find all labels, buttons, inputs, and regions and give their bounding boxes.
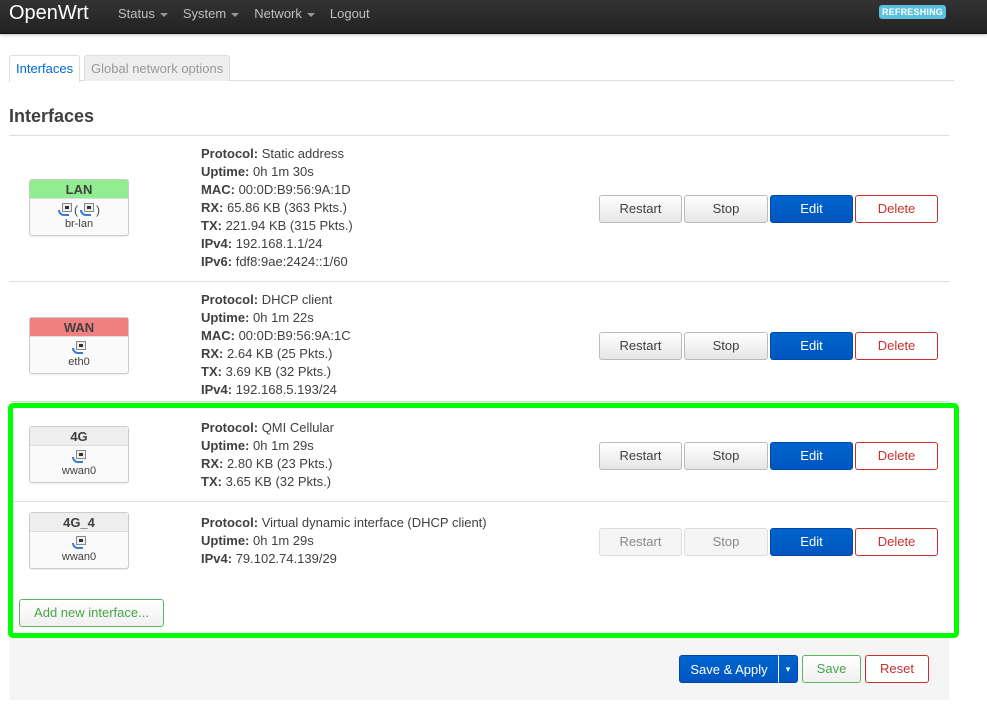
- menu-network-label: Network: [254, 6, 302, 22]
- info-line: Uptime: 0h 1m 29s: [201, 437, 334, 455]
- edit-button[interactable]: Edit: [770, 442, 853, 470]
- tab-global-network-options[interactable]: Global network options: [84, 55, 230, 81]
- stop-button[interactable]: Stop: [684, 442, 768, 470]
- section-title: Interfaces: [9, 106, 94, 127]
- info-line: IPv4: 79.102.74.139/29: [201, 550, 487, 568]
- refreshing-badge[interactable]: REFRESHING: [879, 5, 946, 19]
- delete-button[interactable]: Delete: [855, 442, 938, 470]
- brand-logo[interactable]: OpenWrt: [9, 2, 89, 25]
- restart-button[interactable]: Restart: [599, 442, 682, 470]
- add-new-interface-button[interactable]: Add new interface...: [19, 599, 164, 627]
- info-line: RX: 2.80 KB (23 Pkts.): [201, 455, 334, 473]
- delete-button[interactable]: Delete: [855, 195, 938, 223]
- info-line: Protocol: Static address: [201, 145, 353, 163]
- tab-interfaces[interactable]: Interfaces: [9, 55, 80, 82]
- menu-logout[interactable]: Logout: [330, 6, 370, 22]
- interface-badge[interactable]: LAN ( ) br-lan: [29, 179, 129, 236]
- ethernet-port-icon: [80, 203, 94, 217]
- info-line: Uptime: 0h 1m 30s: [201, 163, 353, 181]
- interface-badge[interactable]: 4G wwan0: [29, 426, 129, 483]
- interface-device: br-lan: [30, 217, 128, 235]
- info-line: TX: 3.69 KB (32 Pkts.): [201, 363, 351, 381]
- edit-button[interactable]: Edit: [770, 528, 853, 556]
- interface-info: Protocol: QMI Cellular Uptime: 0h 1m 29s…: [201, 419, 334, 491]
- caret-down-icon: [231, 13, 239, 17]
- interface-badge[interactable]: WAN eth0: [29, 317, 129, 374]
- ethernet-port-icon: [72, 450, 86, 464]
- info-line: TX: 3.65 KB (32 Pkts.): [201, 473, 334, 491]
- save-button[interactable]: Save: [802, 655, 861, 683]
- interface-device: wwan0: [30, 464, 128, 482]
- interface-row-wan: WAN eth0 Protocol: DHCP client Uptime: 0…: [9, 282, 949, 402]
- delete-button[interactable]: Delete: [855, 528, 938, 556]
- save-apply-button[interactable]: Save & Apply: [679, 655, 779, 683]
- stop-button[interactable]: Stop: [684, 332, 768, 360]
- menu-system[interactable]: System: [183, 6, 239, 22]
- interface-row-4g: 4G wwan0 Protocol: QMI Cellular Uptime: …: [9, 410, 949, 502]
- menu-network[interactable]: Network: [254, 6, 315, 22]
- ethernet-port-icon: [72, 536, 86, 550]
- interface-name: 4G_4: [30, 513, 128, 532]
- reset-button[interactable]: Reset: [865, 655, 929, 683]
- interface-info: Protocol: Virtual dynamic interface (DHC…: [201, 514, 487, 568]
- info-line: RX: 2.64 KB (25 Pkts.): [201, 345, 351, 363]
- menu-status-label: Status: [118, 6, 155, 22]
- caret-down-icon: [307, 13, 315, 17]
- interface-row-lan: LAN ( ) br-lan Protocol: Static address …: [9, 136, 949, 282]
- tab-bar: Interfaces Global network options: [9, 55, 954, 81]
- info-line: Protocol: DHCP client: [201, 291, 351, 309]
- interface-device: wwan0: [30, 550, 128, 568]
- save-apply-dropdown-icon[interactable]: ▾: [779, 655, 798, 683]
- menu-system-label: System: [183, 6, 226, 22]
- info-line: IPv6: fdf8:9ae:2424::1/60: [201, 253, 353, 271]
- restart-button[interactable]: Restart: [599, 332, 682, 360]
- info-line: RX: 65.86 KB (363 Pkts.): [201, 199, 353, 217]
- info-line: Uptime: 0h 1m 29s: [201, 532, 487, 550]
- interface-icons: [30, 337, 128, 355]
- interface-row-4g-4: 4G_4 wwan0 Protocol: Virtual dynamic int…: [9, 502, 949, 588]
- info-line: MAC: 00:0D:B9:56:9A:1C: [201, 327, 351, 345]
- info-line: Protocol: Virtual dynamic interface (DHC…: [201, 514, 487, 532]
- info-line: Uptime: 0h 1m 22s: [201, 309, 351, 327]
- top-navbar: OpenWrt Status System Network Logout REF…: [0, 0, 987, 34]
- interface-badge[interactable]: 4G_4 wwan0: [29, 512, 129, 569]
- interface-icons: [30, 446, 128, 464]
- restart-button: Restart: [599, 528, 682, 556]
- menu-status[interactable]: Status: [118, 6, 168, 22]
- info-line: Protocol: QMI Cellular: [201, 419, 334, 437]
- info-line: MAC: 00:0D:B9:56:9A:1D: [201, 181, 353, 199]
- main-menu: Status System Network Logout: [118, 6, 385, 22]
- interface-name: WAN: [30, 318, 128, 337]
- save-apply-group: Save & Apply ▾: [679, 655, 798, 683]
- interface-device: eth0: [30, 355, 128, 373]
- interface-info: Protocol: Static address Uptime: 0h 1m 3…: [201, 145, 353, 271]
- menu-logout-label: Logout: [330, 6, 370, 22]
- edit-button[interactable]: Edit: [770, 332, 853, 360]
- info-line: IPv4: 192.168.1.1/24: [201, 235, 353, 253]
- edit-button[interactable]: Edit: [770, 195, 853, 223]
- interface-name: 4G: [30, 427, 128, 446]
- ethernet-port-icon: [72, 341, 86, 355]
- restart-button[interactable]: Restart: [599, 195, 682, 223]
- caret-down-icon: [160, 13, 168, 17]
- info-line: IPv4: 192.168.5.193/24: [201, 381, 351, 399]
- delete-button[interactable]: Delete: [855, 332, 938, 360]
- stop-button[interactable]: Stop: [684, 195, 768, 223]
- interface-icons: ( ): [30, 199, 128, 217]
- interface-name: LAN: [30, 180, 128, 199]
- stop-button: Stop: [684, 528, 768, 556]
- bridge-icon: [58, 203, 72, 217]
- interface-info: Protocol: DHCP client Uptime: 0h 1m 22s …: [201, 291, 351, 399]
- interface-icons: [30, 532, 128, 550]
- info-line: TX: 221.94 KB (315 Pkts.): [201, 217, 353, 235]
